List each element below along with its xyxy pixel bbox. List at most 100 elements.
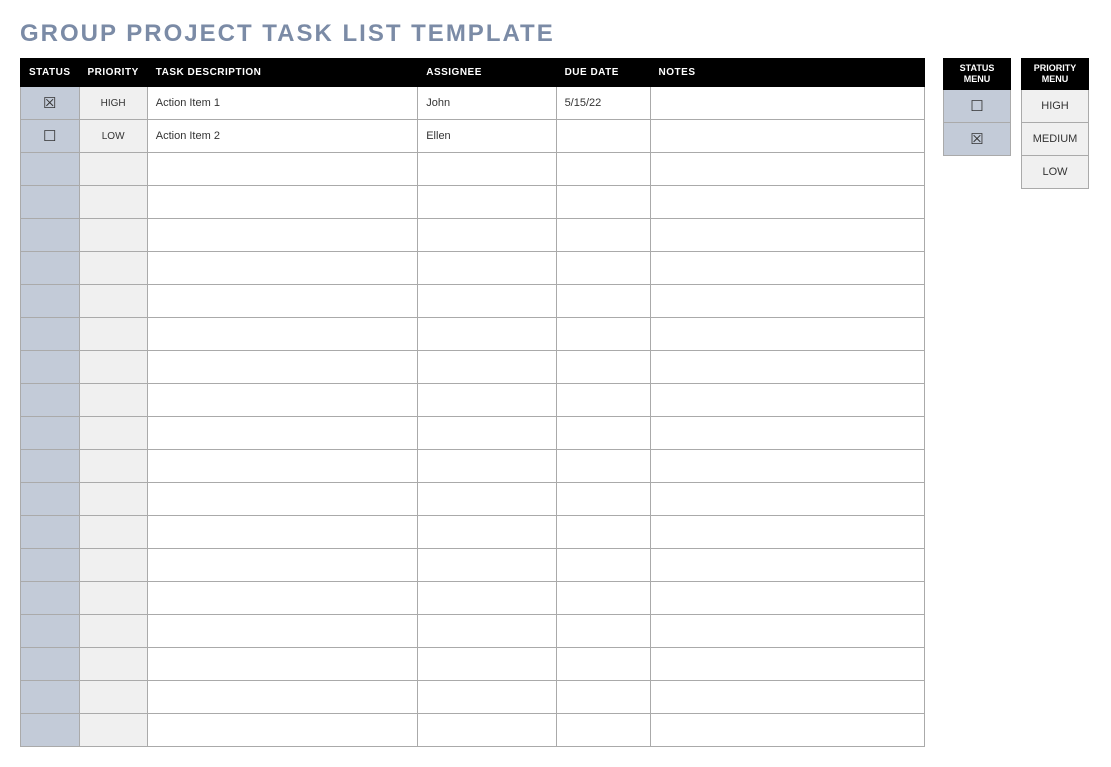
priority-cell[interactable] (79, 549, 147, 582)
due-cell[interactable] (556, 351, 650, 384)
due-cell[interactable] (556, 186, 650, 219)
assignee-cell[interactable] (418, 483, 556, 516)
priority-cell[interactable] (79, 153, 147, 186)
due-cell[interactable] (556, 120, 650, 153)
notes-cell[interactable] (650, 120, 924, 153)
task-cell[interactable] (147, 318, 417, 351)
assignee-cell[interactable] (418, 417, 556, 450)
assignee-cell[interactable] (418, 318, 556, 351)
task-cell[interactable]: Action Item 1 (147, 87, 417, 120)
priority-cell[interactable] (79, 351, 147, 384)
assignee-cell[interactable] (418, 450, 556, 483)
status-cell[interactable] (21, 384, 80, 417)
task-cell[interactable] (147, 516, 417, 549)
assignee-cell[interactable] (418, 219, 556, 252)
priority-cell[interactable]: LOW (79, 120, 147, 153)
priority-cell[interactable] (79, 648, 147, 681)
due-cell[interactable] (556, 384, 650, 417)
status-cell[interactable] (21, 153, 80, 186)
assignee-cell[interactable] (418, 681, 556, 714)
status-cell[interactable] (21, 351, 80, 384)
due-cell[interactable] (556, 483, 650, 516)
assignee-cell[interactable] (418, 648, 556, 681)
assignee-cell[interactable] (418, 384, 556, 417)
notes-cell[interactable] (650, 450, 924, 483)
priority-cell[interactable] (79, 516, 147, 549)
due-cell[interactable] (556, 549, 650, 582)
task-cell[interactable] (147, 582, 417, 615)
notes-cell[interactable] (650, 285, 924, 318)
notes-cell[interactable] (650, 615, 924, 648)
task-cell[interactable] (147, 252, 417, 285)
assignee-cell[interactable] (418, 285, 556, 318)
assignee-cell[interactable] (418, 351, 556, 384)
due-cell[interactable] (556, 681, 650, 714)
status-cell[interactable] (21, 450, 80, 483)
priority-cell[interactable] (79, 483, 147, 516)
status-cell[interactable]: ☐ (21, 120, 80, 153)
due-cell[interactable] (556, 582, 650, 615)
notes-cell[interactable] (650, 219, 924, 252)
assignee-cell[interactable] (418, 516, 556, 549)
priority-cell[interactable] (79, 318, 147, 351)
notes-cell[interactable] (650, 351, 924, 384)
notes-cell[interactable] (650, 681, 924, 714)
task-cell[interactable] (147, 153, 417, 186)
assignee-cell[interactable] (418, 549, 556, 582)
status-cell[interactable] (21, 516, 80, 549)
status-cell[interactable] (21, 219, 80, 252)
task-cell[interactable] (147, 615, 417, 648)
status-cell[interactable]: ☒ (21, 87, 80, 120)
task-cell[interactable] (147, 549, 417, 582)
assignee-cell[interactable]: Ellen (418, 120, 556, 153)
priority-cell[interactable] (79, 219, 147, 252)
notes-cell[interactable] (650, 516, 924, 549)
notes-cell[interactable] (650, 186, 924, 219)
status-menu-item[interactable]: ☐ (944, 89, 1011, 122)
priority-cell[interactable] (79, 186, 147, 219)
priority-cell[interactable] (79, 714, 147, 747)
notes-cell[interactable] (650, 153, 924, 186)
notes-cell[interactable] (650, 549, 924, 582)
notes-cell[interactable] (650, 582, 924, 615)
notes-cell[interactable] (650, 483, 924, 516)
priority-cell[interactable] (79, 252, 147, 285)
notes-cell[interactable] (650, 648, 924, 681)
priority-menu-item[interactable]: LOW (1022, 155, 1089, 188)
due-cell[interactable] (556, 417, 650, 450)
due-cell[interactable] (556, 318, 650, 351)
priority-menu-item[interactable]: MEDIUM (1022, 122, 1089, 155)
assignee-cell[interactable] (418, 153, 556, 186)
assignee-cell[interactable] (418, 252, 556, 285)
priority-cell[interactable] (79, 285, 147, 318)
assignee-cell[interactable] (418, 186, 556, 219)
due-cell[interactable] (556, 219, 650, 252)
assignee-cell[interactable]: John (418, 87, 556, 120)
notes-cell[interactable] (650, 252, 924, 285)
task-cell[interactable] (147, 648, 417, 681)
task-cell[interactable] (147, 681, 417, 714)
due-cell[interactable] (556, 285, 650, 318)
priority-cell[interactable] (79, 615, 147, 648)
status-cell[interactable] (21, 714, 80, 747)
notes-cell[interactable] (650, 87, 924, 120)
due-cell[interactable] (556, 153, 650, 186)
task-cell[interactable] (147, 714, 417, 747)
notes-cell[interactable] (650, 318, 924, 351)
status-cell[interactable] (21, 252, 80, 285)
due-cell[interactable] (556, 714, 650, 747)
due-cell[interactable] (556, 516, 650, 549)
status-cell[interactable] (21, 549, 80, 582)
status-cell[interactable] (21, 285, 80, 318)
due-cell[interactable] (556, 615, 650, 648)
notes-cell[interactable] (650, 384, 924, 417)
task-cell[interactable] (147, 384, 417, 417)
priority-cell[interactable] (79, 681, 147, 714)
task-cell[interactable] (147, 186, 417, 219)
status-cell[interactable] (21, 417, 80, 450)
assignee-cell[interactable] (418, 582, 556, 615)
task-cell[interactable] (147, 351, 417, 384)
priority-cell[interactable] (79, 450, 147, 483)
task-cell[interactable] (147, 219, 417, 252)
due-cell[interactable] (556, 252, 650, 285)
